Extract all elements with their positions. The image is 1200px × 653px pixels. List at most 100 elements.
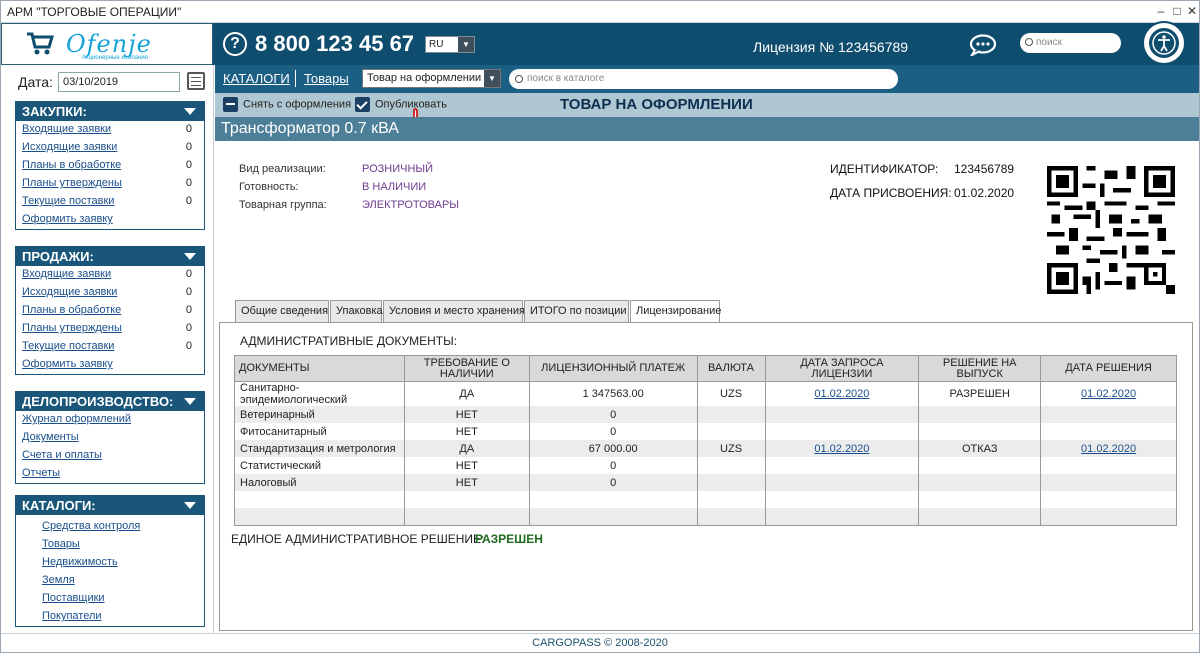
records-header[interactable]: ДЕЛОПРОИЗВОДСТВО: bbox=[16, 392, 204, 411]
sidebar-item-reports[interactable]: Отчеты bbox=[16, 465, 204, 483]
chevron-down-icon[interactable]: ▼ bbox=[458, 37, 474, 52]
sidebar-item-outgoing[interactable]: Исходящие заявки 0 bbox=[16, 139, 204, 157]
column-header: ДОКУМЕНТЫ bbox=[234, 355, 405, 382]
sales-header[interactable]: ПРОДАЖИ: bbox=[16, 247, 204, 266]
tab-packaging[interactable]: Упаковка bbox=[330, 300, 383, 322]
chevron-down-icon[interactable] bbox=[184, 253, 196, 260]
tab-general[interactable]: Общие сведения bbox=[235, 300, 329, 322]
table-row[interactable] bbox=[234, 508, 1177, 526]
assign-date-label: ДАТА ПРИСВОЕНИЯ: bbox=[830, 186, 952, 200]
sidebar-item-plans-approved[interactable]: Планы утверждены 0 bbox=[16, 175, 204, 193]
search-icon bbox=[1025, 38, 1033, 46]
date-label: Дата: bbox=[18, 74, 53, 90]
table-row[interactable]: Стандартизация и метрология ДА 67 000.00… bbox=[234, 440, 1177, 457]
action-bar: Снять с оформления Опубликовать ТОВАР НА… bbox=[215, 93, 1199, 117]
sidebar-item-documents[interactable]: Документы bbox=[16, 429, 204, 447]
cart-icon[interactable] bbox=[26, 32, 54, 56]
sidebar-item-create-request[interactable]: Оформить заявку bbox=[16, 211, 204, 229]
minimize-icon[interactable]: – bbox=[1154, 4, 1168, 18]
sidebar-item-current-deliveries[interactable]: Текущие поставки 0 bbox=[16, 193, 204, 211]
tab-storage[interactable]: Условия и место хранения bbox=[383, 300, 525, 322]
maximize-icon[interactable]: □ bbox=[1170, 4, 1184, 18]
app-window: АРМ "ТОРГОВЫЕ ОПЕРАЦИИ" – □ ✕ Ofenje Акц… bbox=[0, 0, 1200, 653]
unlist-button[interactable]: Снять с оформления bbox=[223, 97, 351, 112]
sidebar-item-control-means[interactable]: Средства контроля bbox=[16, 518, 204, 536]
table-row[interactable]: Санитарно-эпидемиологический ДА 1 347563… bbox=[234, 381, 1177, 406]
accessibility-icon bbox=[1149, 28, 1179, 58]
breadcrumb-goods[interactable]: Товары bbox=[304, 71, 349, 86]
tab-licensing[interactable]: Лицензирование bbox=[630, 300, 721, 323]
sidebar-item-create-request[interactable]: Оформить заявку bbox=[16, 356, 204, 374]
single-decision-value: РАЗРЕШЕН bbox=[475, 532, 543, 546]
phone-number: 8 800 123 45 67 bbox=[255, 31, 415, 56]
main-content: Вид реализации: РОЗНИЧНЫЙ Готовность: В … bbox=[215, 141, 1199, 633]
help-icon[interactable]: ? bbox=[223, 32, 247, 56]
sidebar-item-buyers[interactable]: Покупатели bbox=[16, 608, 204, 626]
tab-totals[interactable]: ИТОГО по позиции bbox=[524, 300, 629, 322]
sidebar-item-incoming[interactable]: Входящие заявки 0 bbox=[16, 121, 204, 139]
catalogs-header[interactable]: КАТАЛОГИ: bbox=[16, 496, 204, 515]
table-row[interactable] bbox=[234, 491, 1177, 508]
logo-area: Ofenje Акционерные компания bbox=[1, 23, 213, 65]
sidebar-item-land[interactable]: Земля bbox=[16, 572, 204, 590]
left-sidebar: Дата: 03/10/2019 ЗАКУПКИ: Входящие заявк… bbox=[2, 65, 214, 633]
language-select[interactable]: RU ▼ bbox=[425, 36, 475, 53]
table-header-row: ДОКУМЕНТЫ ТРЕБОВАНИЕ О НАЛИЧИИ ЛИЦЕНЗИОН… bbox=[234, 355, 1177, 382]
license-number: Лицензия № 123456789 bbox=[753, 39, 909, 55]
column-header: ТРЕБОВАНИЕ О НАЛИЧИИ bbox=[403, 355, 530, 382]
chevron-down-icon[interactable] bbox=[184, 502, 196, 509]
sidebar-item-current-deliveries[interactable]: Текущие поставки 0 bbox=[16, 338, 204, 356]
status-title: ТОВАР НА ОФОРМЛЕНИИ bbox=[560, 96, 753, 113]
sidebar-item-goods[interactable]: Товары bbox=[16, 536, 204, 554]
header-search-input[interactable]: поиск bbox=[1020, 33, 1121, 53]
request-date-link[interactable]: 01.02.2020 bbox=[814, 388, 869, 400]
purchases-panel: ЗАКУПКИ: Входящие заявки 0 Исходящие заяв… bbox=[15, 101, 205, 230]
chevron-down-icon[interactable] bbox=[184, 398, 196, 405]
sales-panel: ПРОДАЖИ: Входящие заявки 0 Исходящие заяв… bbox=[15, 246, 205, 375]
publish-button[interactable]: Опубликовать bbox=[355, 97, 447, 112]
table-row[interactable]: Статистический НЕТ 0 bbox=[234, 457, 1177, 474]
search-icon bbox=[515, 75, 523, 83]
chevron-down-icon[interactable] bbox=[184, 108, 196, 115]
catalog-search-input[interactable]: поиск в каталоге bbox=[509, 69, 898, 89]
breadcrumb-divider bbox=[295, 70, 296, 87]
date-field[interactable]: 03/10/2019 bbox=[58, 72, 180, 92]
purchases-header[interactable]: ЗАКУПКИ: bbox=[16, 102, 204, 121]
table-row[interactable]: Ветеринарный НЕТ 0 bbox=[234, 406, 1177, 423]
check-icon bbox=[355, 97, 370, 112]
language-value: RU bbox=[429, 39, 444, 50]
sidebar-item-plans-approved[interactable]: Планы утверждены 0 bbox=[16, 320, 204, 338]
sidebar-item-plans-processing[interactable]: Планы в обработке 0 bbox=[16, 157, 204, 175]
identifier-label: ИДЕНТИФИКАТОР: bbox=[830, 162, 939, 176]
sidebar-item-plans-processing[interactable]: Планы в обработке 0 bbox=[16, 302, 204, 320]
table-row[interactable]: Налоговый НЕТ 0 bbox=[234, 474, 1177, 491]
chat-icon[interactable] bbox=[969, 34, 997, 56]
catalog-search-placeholder: поиск в каталоге bbox=[527, 73, 605, 84]
sidebar-item-real-estate[interactable]: Недвижимость bbox=[16, 554, 204, 572]
table-row[interactable]: Фитосанитарный НЕТ 0 bbox=[234, 423, 1177, 440]
sidebar-item-outgoing[interactable]: Исходящие заявки 0 bbox=[16, 284, 204, 302]
product-title-bar: Трансформатор 0.7 кВА bbox=[215, 117, 1199, 141]
window-title: АРМ "ТОРГОВЫЕ ОПЕРАЦИИ" bbox=[7, 5, 182, 19]
catalog-view-select[interactable]: Товар на оформлении ▼ bbox=[362, 69, 501, 88]
company-logo-subtitle: Акционерные компания bbox=[82, 55, 149, 61]
calendar-icon[interactable] bbox=[187, 72, 205, 90]
product-title: Трансформатор 0.7 кВА bbox=[221, 120, 399, 137]
catalog-view-value: Товар на оформлении bbox=[367, 72, 482, 84]
column-header: ВАЛЮТА bbox=[696, 355, 766, 382]
close-icon[interactable]: ✕ bbox=[1185, 4, 1199, 18]
accessibility-button[interactable] bbox=[1142, 21, 1186, 65]
single-decision-label: ЕДИНОЕ АДМИНИСТРАТИВНОЕ РЕШЕНИЕ: bbox=[231, 532, 485, 546]
decision-date-link[interactable]: 01.02.2020 bbox=[1081, 443, 1136, 455]
decision-date-link[interactable]: 01.02.2020 bbox=[1081, 388, 1136, 400]
records-panel: ДЕЛОПРОИЗВОДСТВО: Журнал оформлений Доку… bbox=[15, 391, 205, 484]
footer: CARGOPASS © 2008-2020 bbox=[1, 633, 1199, 653]
chevron-down-icon[interactable]: ▼ bbox=[484, 70, 500, 87]
sidebar-item-journal[interactable]: Журнал оформлений bbox=[16, 411, 204, 429]
sidebar-item-incoming[interactable]: Входящие заявки 0 bbox=[16, 266, 204, 284]
sidebar-item-suppliers[interactable]: Поставщики bbox=[16, 590, 204, 608]
breadcrumb-catalogs[interactable]: КАТАЛОГИ bbox=[223, 71, 290, 86]
request-date-link[interactable]: 01.02.2020 bbox=[814, 443, 869, 455]
sidebar-item-invoices[interactable]: Счета и оплаты bbox=[16, 447, 204, 465]
column-header: ДАТА РЕШЕНИЯ bbox=[1040, 355, 1177, 382]
